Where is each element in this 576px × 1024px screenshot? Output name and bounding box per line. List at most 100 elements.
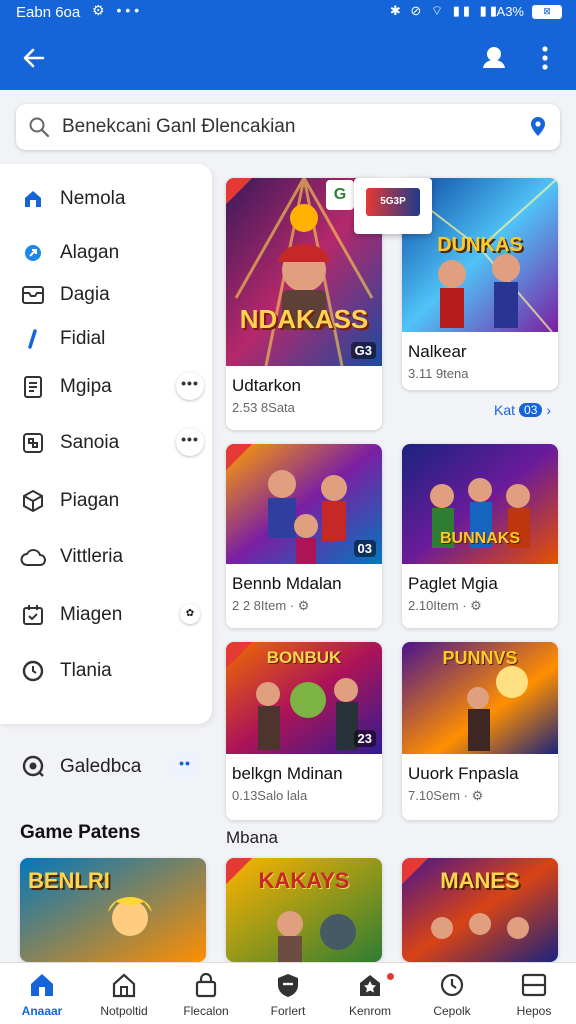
sidebar-item-label: Tlania [60,660,112,681]
game-title: Udtarkon [232,376,301,395]
eye-icon [20,754,46,783]
ribbon-icon [226,444,252,470]
home-icon [31,974,53,996]
gallery-more-button[interactable]: •• [168,752,202,780]
calendar-icon [20,602,46,628]
sidebar-item-clock[interactable]: Tlania [0,648,212,692]
lock-icon [195,972,217,998]
status-bar: Εabn 6oa ⚙ ••• ✱ ⊘ ⌔ ▮▮ ▮▮ A3% ⊠ [0,0,576,26]
share-chip[interactable]: G [326,180,354,210]
sidebar-item-marker[interactable]: Fidial [0,316,212,360]
more-link-count: 03 [519,403,543,417]
game-art-title: MANES [440,868,520,893]
game-art-title: BENLRI [28,868,110,893]
game-card[interactable]: BUNNAKS Paglet Mgia 2.10Item · ⚙ [402,444,558,628]
sidebar-item-grid[interactable]: Sanoia ••• [0,420,212,464]
sidebar-item-gallery[interactable]: Galedbca •• [0,744,212,788]
game-title: Uuork Fnpasla [408,764,519,783]
card-badge: 03 [353,540,376,557]
sidebar-item-label: Sanoia [60,432,120,453]
card-badge: 23 [353,730,376,747]
nav-item-shield[interactable]: Forlert [247,963,329,1024]
nav-item-home[interactable]: Anaaar [1,963,83,1024]
sidebar-item-label: Nemola [60,188,126,209]
game-art-title: NDAKASS [239,304,369,334]
nav-label: Hepos [516,1004,552,1018]
star-box-icon [360,975,380,996]
sidebar-item-label: Vittleria [60,546,124,567]
sidebar-item-label: Galedbca [60,756,142,777]
nav-item-clock[interactable]: Cepolk [411,963,493,1024]
nav-label: Notpoltid [100,1004,148,1018]
card-badge: G3 [350,342,376,359]
location-icon[interactable] [528,115,548,139]
section-title: Game Patens [20,822,141,843]
more-link[interactable]: Kat 03 › [494,402,551,418]
status-right-icons: ✱ ⊘ ⌔ ▮▮ ▮▮ [389,3,500,18]
cloud-icon [20,544,46,570]
game-meta: 7.10Sem · ⚙ [408,788,484,803]
app-bar: Εabn 6oa ⚙ ••• ✱ ⊘ ⌔ ▮▮ ▮▮ A3% ⊠ [0,0,576,90]
game-meta: 3.11 9tena [408,366,469,381]
nav-label: Kenrom [348,1004,392,1018]
nav-label: Anaaar [21,1004,63,1018]
game-card[interactable]: 03 Bennb Mdalan 2 2 8Item · ⚙ [226,444,382,628]
sidebar-item-box[interactable]: Piagan [0,478,212,522]
notification-dot [387,973,394,980]
game-title: Nalkear [408,342,467,361]
sidebar-item-label: Dagia [60,284,110,305]
nav-item-star[interactable]: Kenrom [329,963,411,1024]
ribbon-icon [226,178,252,204]
nav-item-lock[interactable]: Flecalon [165,963,247,1024]
back-button[interactable] [14,38,54,78]
search-bar [16,104,560,150]
inbox-icon [20,282,46,308]
search-input[interactable] [62,112,522,142]
chevron-right-icon: › [546,402,552,418]
grid-icon [20,430,46,456]
game-card[interactable]: BENLRI [20,858,206,962]
sidebar-item-more-button[interactable]: ••• [176,428,204,456]
sidebar-item-location[interactable]: Alagan [0,230,212,274]
game-title: belkgn Mdinan [232,764,343,783]
sidebar-item-more-button[interactable]: ••• [176,372,204,400]
game-card[interactable]: PUNNVS Uuork Fnpasla 7.10Sem · ⚙ [402,642,558,820]
more-vertical-icon [542,46,548,70]
battery-percent: A3% [496,4,524,19]
sidebar-item-cloud[interactable]: Vittleria [0,534,212,578]
bottom-nav: Anaaar Notpoltid Flecalon Forlert Kenrom… [0,962,576,1024]
game-card[interactable]: MANES [402,858,558,962]
pin-icon [20,240,46,266]
document-icon [20,374,46,400]
game-art-title: PUNNVS [442,648,518,668]
game-card[interactable]: BONBUK 23 belkgn Mdinan 0.13Salo lala [226,642,382,820]
game-art-title: BUNNAKS [440,530,520,547]
sidebar-item-badge[interactable]: ✿ [180,604,200,624]
sidebar-item-home[interactable]: Nemola [0,176,212,220]
layout-icon [521,973,547,997]
promo-badge[interactable]: 5G3P [354,178,432,234]
sidebar-item-document[interactable]: Mgiра ••• [0,364,212,408]
game-meta: 2.53 8Sata [232,400,295,415]
nav-label: Cepolk [433,1004,471,1018]
sidebar-item-calendar[interactable]: Miagen ✿ [0,592,212,636]
nav-item-layout[interactable]: Hepos [493,963,575,1024]
game-art-title: BONBUK [266,648,342,667]
nav-label: Flecalon [183,1004,229,1018]
nav-item-notifications[interactable]: Notpoltid [83,963,165,1024]
user-icon [483,47,505,68]
sidebar-item-label: Fidial [60,328,106,349]
battery-icon: ⊠ [532,5,562,19]
sidebar-item-label: Mgiра [60,376,112,397]
game-title: Paglet Mgia [408,574,498,593]
game-card[interactable]: KAKAYS [226,858,382,962]
game-art-title: DUNKAS [437,234,523,256]
sidebar-item-label: Alagan [60,242,120,263]
profile-button[interactable] [476,40,512,76]
shield-icon [278,974,298,997]
clock-icon [440,973,464,997]
more-options-button[interactable] [530,40,560,76]
more-link-label: Kat [494,402,516,418]
game-meta: 2 2 8Item · ⚙ [232,598,310,613]
sidebar-item-inbox[interactable]: Dagia [0,272,212,316]
